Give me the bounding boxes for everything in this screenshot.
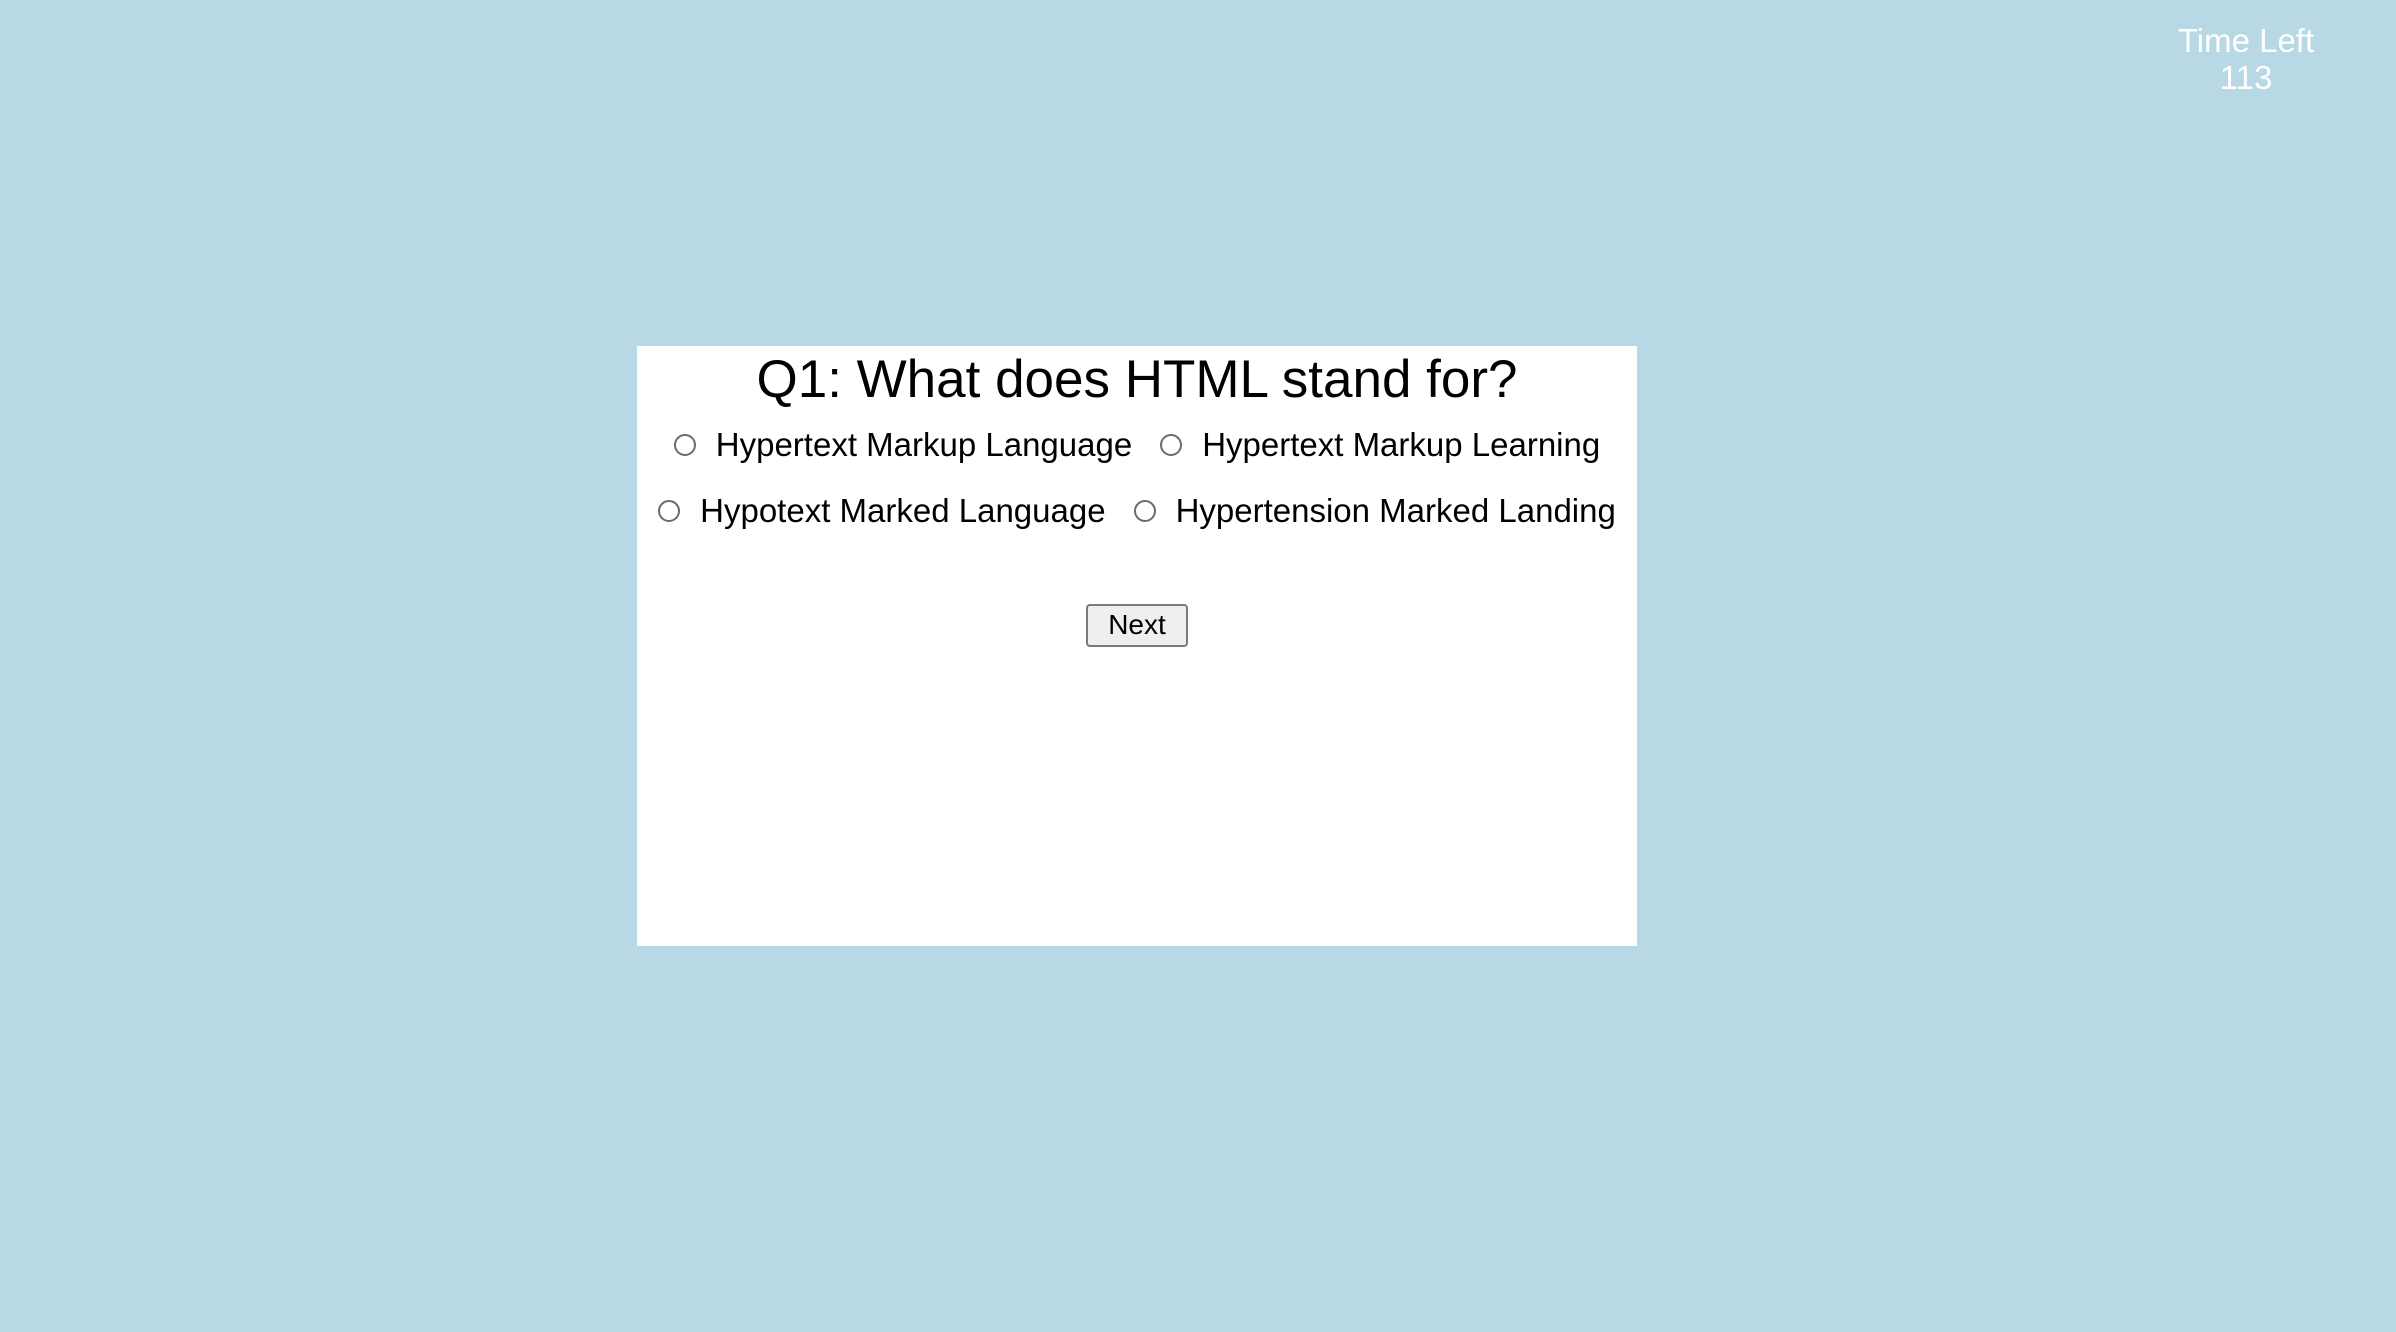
option-4[interactable]: Hypertension Marked Landing <box>1133 492 1616 530</box>
option-2-radio[interactable] <box>1160 434 1183 456</box>
timer: Time Left 113 <box>2156 22 2336 96</box>
options-row-1: Hypertext Markup Language Hypertext Mark… <box>637 412 1637 478</box>
next-button[interactable]: Next <box>1086 604 1188 647</box>
option-1-radio[interactable] <box>673 434 696 456</box>
option-4-label[interactable]: Hypertension Marked Landing <box>1176 492 1616 530</box>
option-1[interactable]: Hypertext Markup Language <box>673 426 1132 464</box>
option-1-label[interactable]: Hypertext Markup Language <box>716 426 1132 464</box>
timer-value: 113 <box>2219 59 2273 96</box>
option-4-radio[interactable] <box>1133 500 1156 522</box>
option-3-radio[interactable] <box>658 500 681 522</box>
options-row-2: Hypotext Marked Language Hypertension Ma… <box>637 478 1637 544</box>
option-2-label[interactable]: Hypertext Markup Learning <box>1202 426 1600 464</box>
answer-options: Hypertext Markup Language Hypertext Mark… <box>637 412 1637 544</box>
question-title: Q1: What does HTML stand for? <box>756 350 1518 409</box>
option-3-label[interactable]: Hypotext Marked Language <box>700 492 1105 530</box>
timer-label: Time Left <box>2177 22 2315 59</box>
quiz-card: Q1: What does HTML stand for? Hypertext … <box>637 346 1637 946</box>
option-2[interactable]: Hypertext Markup Learning <box>1160 426 1600 464</box>
option-3[interactable]: Hypotext Marked Language <box>658 492 1106 530</box>
